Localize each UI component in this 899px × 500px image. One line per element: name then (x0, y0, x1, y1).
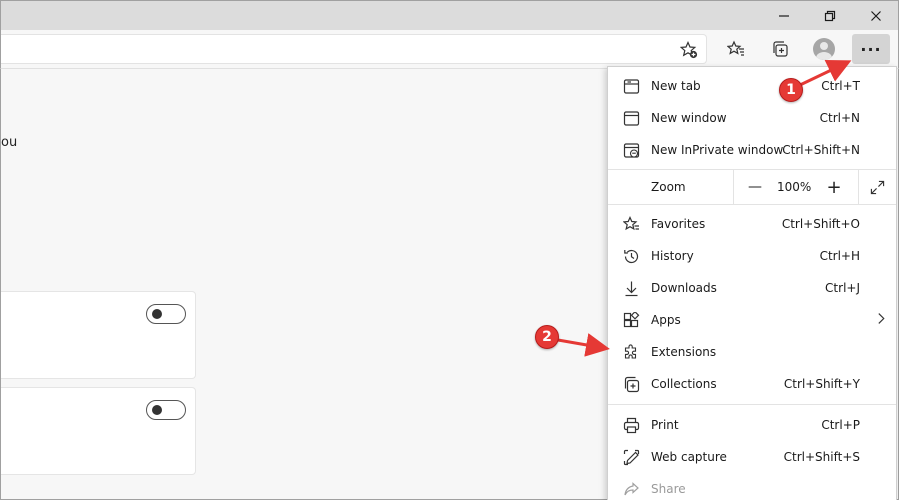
minimize-icon (779, 15, 789, 17)
history-icon (622, 247, 640, 265)
menu-item-favorites[interactable]: Favorites Ctrl+Shift+O (608, 208, 896, 240)
toggle-switch-1[interactable] (146, 304, 186, 324)
settings-menu: New tab Ctrl+T New window Ctrl+N New InP… (607, 66, 897, 500)
menu-item-downloads[interactable]: Downloads Ctrl+J (608, 272, 896, 304)
restore-icon (824, 10, 836, 22)
web-capture-icon (622, 448, 640, 466)
toolbar (0, 30, 899, 68)
menu-item-share: Share (608, 473, 896, 500)
menu-divider (608, 204, 896, 205)
close-button[interactable] (853, 1, 899, 31)
menu-divider (608, 404, 896, 405)
annotation-badge-1: 1 (779, 78, 803, 102)
menu-item-new-tab[interactable]: New tab Ctrl+T (608, 70, 896, 102)
zoom-row: Zoom — 100% + (608, 170, 896, 204)
favorites-button[interactable] (722, 35, 750, 63)
download-icon (622, 279, 640, 297)
menu-item-history[interactable]: History Ctrl+H (608, 240, 896, 272)
collections-button[interactable] (766, 35, 794, 63)
favorites-icon (727, 40, 744, 56)
printer-icon (622, 416, 640, 434)
chevron-right-icon (877, 312, 886, 328)
new-tab-icon (622, 77, 640, 95)
zoom-in-button[interactable]: + (821, 174, 847, 200)
menu-item-extensions[interactable]: Extensions (608, 336, 896, 368)
menu-item-new-window[interactable]: New window Ctrl+N (608, 102, 896, 134)
profile-avatar[interactable] (813, 38, 835, 60)
zoom-separator (733, 170, 734, 204)
puzzle-icon (622, 343, 640, 361)
zoom-label: Zoom (651, 180, 686, 194)
zoom-separator-2 (858, 170, 859, 204)
close-icon (871, 11, 881, 21)
full-screen-button[interactable] (864, 174, 890, 200)
inprivate-icon (622, 141, 640, 159)
plus-icon: + (826, 176, 842, 198)
page-text-fragment: ou (1, 135, 18, 150)
menu-item-print[interactable]: Print Ctrl+P (608, 409, 896, 441)
menu-item-new-inprivate-window[interactable]: New InPrivate window Ctrl+Shift+N (608, 134, 896, 166)
menu-item-apps[interactable]: Apps (608, 304, 896, 336)
ellipsis-icon: ··· (860, 39, 882, 59)
zoom-level: 100% (777, 180, 812, 194)
minus-icon: — (748, 179, 762, 195)
address-bar[interactable] (1, 34, 707, 64)
minimize-button[interactable] (761, 1, 807, 31)
share-icon (622, 480, 640, 498)
settings-and-more-button[interactable]: ··· (852, 34, 890, 64)
zoom-out-button[interactable]: — (742, 174, 768, 200)
expand-icon (870, 180, 884, 194)
apps-icon (622, 311, 640, 329)
star-icon (622, 215, 640, 233)
settings-card-1 (1, 291, 196, 379)
star-add-icon (680, 41, 698, 59)
menu-item-collections[interactable]: Collections Ctrl+Shift+Y (608, 368, 896, 400)
menu-item-web-capture[interactable]: Web capture Ctrl+Shift+S (608, 441, 896, 473)
collections-icon (622, 375, 640, 393)
toggle-switch-2[interactable] (146, 400, 186, 420)
restore-button[interactable] (807, 1, 853, 31)
title-bar (0, 0, 899, 30)
collections-icon (773, 41, 788, 57)
add-favorite-button[interactable] (675, 36, 703, 64)
annotation-badge-2: 2 (535, 325, 559, 349)
settings-card-2 (1, 387, 196, 475)
new-window-icon (622, 109, 640, 127)
